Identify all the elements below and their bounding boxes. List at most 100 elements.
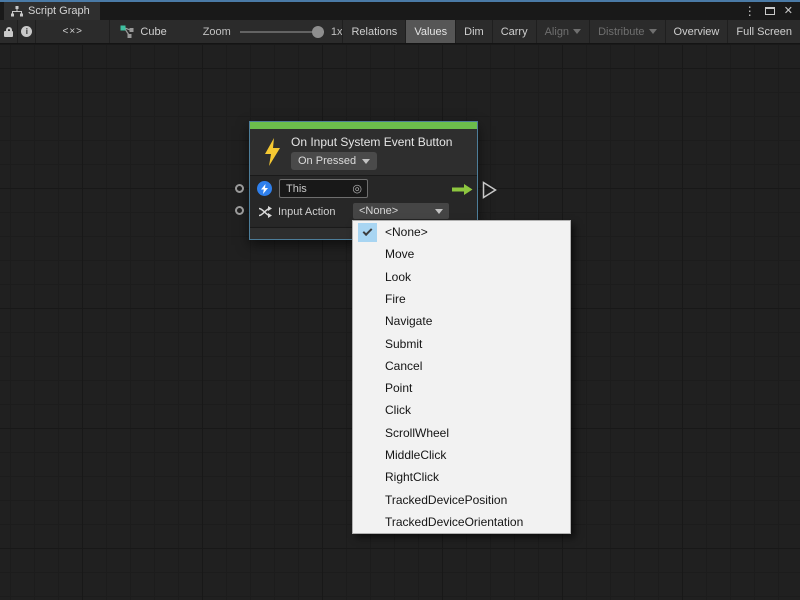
lock-button[interactable] [0, 20, 18, 43]
check-placeholder [358, 401, 377, 420]
menu-item-move[interactable]: Move [353, 243, 570, 265]
check-placeholder [358, 379, 377, 398]
graph-name-label: Cube [140, 26, 166, 38]
menu-item-label: Point [385, 381, 412, 395]
button-label: Distribute [598, 26, 644, 38]
check-placeholder [358, 289, 377, 308]
code-view-button[interactable]: <×> [36, 20, 110, 43]
zoom-slider[interactable] [240, 26, 324, 38]
zoom-label: Zoom [203, 26, 231, 38]
inspect-button[interactable]: i [18, 20, 36, 43]
maximize-icon[interactable] [765, 7, 775, 15]
toolbar-button-distribute[interactable]: Distribute [589, 20, 664, 43]
check-placeholder [358, 334, 377, 353]
menu-item-label: Submit [385, 337, 422, 351]
zoom-value-label: 1x [331, 26, 343, 38]
menu-item-trackeddeviceorientation[interactable]: TrackedDeviceOrientation [353, 511, 570, 533]
trigger-input-port[interactable] [235, 184, 244, 193]
check-placeholder [358, 312, 377, 331]
caret-down-icon [573, 29, 581, 34]
menu-item-label: Look [385, 270, 411, 284]
value-input-port[interactable] [235, 206, 244, 215]
lock-icon [4, 27, 13, 37]
this-input-field[interactable]: This ◎ [279, 179, 368, 198]
check-placeholder [358, 245, 377, 264]
menu-item-fire[interactable]: Fire [353, 288, 570, 310]
window-controls: ⋮ ✕ [744, 2, 800, 20]
menu-item-none[interactable]: <None> [353, 221, 570, 243]
input-action-icon [258, 205, 272, 219]
check-placeholder [358, 445, 377, 464]
graph-reference[interactable]: Cube [120, 25, 166, 38]
window-focus-line [0, 0, 800, 2]
button-label: Relations [351, 26, 397, 38]
caret-down-icon [362, 159, 370, 164]
close-icon[interactable]: ✕ [784, 6, 793, 17]
menu-item-rightclick[interactable]: RightClick [353, 466, 570, 488]
toolbar-button-align[interactable]: Align [536, 20, 589, 43]
flow-arrow-icon [452, 183, 473, 196]
menu-item-navigate[interactable]: Navigate [353, 310, 570, 332]
check-placeholder [358, 356, 377, 375]
trigger-output-port[interactable] [482, 181, 498, 199]
graph-canvas[interactable]: On Input System Event Button On Pressed … [0, 45, 800, 600]
graph-asset-icon [120, 25, 134, 38]
menu-item-cancel[interactable]: Cancel [353, 355, 570, 377]
caret-down-icon [435, 209, 443, 214]
graph-hierarchy-icon [11, 6, 23, 17]
info-icon: i [21, 26, 32, 37]
node-body: This ◎ Input Action <None> [250, 175, 477, 226]
menu-item-label: Click [385, 403, 411, 417]
toolbar-button-relations[interactable]: Relations [342, 20, 405, 43]
check-placeholder [358, 468, 377, 487]
node-title: On Input System Event Button [291, 135, 452, 149]
button-label: Full Screen [736, 26, 792, 38]
check-placeholder [358, 490, 377, 509]
menu-item-click[interactable]: Click [353, 399, 570, 421]
object-picker-icon[interactable]: ◎ [352, 182, 367, 195]
tab-bar: Script Graph ⋮ ✕ [0, 2, 800, 20]
menu-item-point[interactable]: Point [353, 377, 570, 399]
tab-label: Script Graph [28, 5, 90, 17]
menu-item-look[interactable]: Look [353, 266, 570, 288]
toolbar-button-dim[interactable]: Dim [455, 20, 492, 43]
lightning-icon [263, 138, 282, 166]
unity-visual-scripting-window: Script Graph ⋮ ✕ i <×> Cube [0, 0, 800, 600]
node-header: On Input System Event Button On Pressed [250, 129, 477, 175]
menu-item-trackeddeviceposition[interactable]: TrackedDevicePosition [353, 488, 570, 510]
trigger-label: On Pressed [298, 155, 356, 167]
overflow-menu-icon[interactable]: ⋮ [744, 5, 756, 17]
button-label: Align [545, 26, 569, 38]
menu-item-label: Cancel [385, 359, 422, 373]
tab-script-graph[interactable]: Script Graph [4, 2, 100, 20]
toolbar-button-carry[interactable]: Carry [492, 20, 536, 43]
node-accent-bar [250, 122, 477, 129]
menu-item-label: TrackedDeviceOrientation [385, 515, 523, 529]
graph-toolbar: i <×> Cube Zoom 1x Relations [0, 20, 800, 44]
button-label: Overview [674, 26, 720, 38]
trigger-dropdown[interactable]: On Pressed [291, 152, 377, 170]
menu-item-middleclick[interactable]: MiddleClick [353, 444, 570, 466]
code-icon: <×> [63, 26, 84, 37]
button-label: Dim [464, 26, 484, 38]
input-action-value: <None> [353, 205, 435, 217]
input-action-dropdown[interactable]: <None> [353, 203, 449, 219]
zoom-slider-thumb[interactable] [312, 26, 324, 38]
menu-item-label: <None> [385, 225, 428, 239]
menu-item-label: MiddleClick [385, 448, 446, 462]
toolbar-button-overview[interactable]: Overview [665, 20, 728, 43]
menu-item-label: TrackedDevicePosition [385, 493, 507, 507]
menu-item-scrollwheel[interactable]: ScrollWheel [353, 422, 570, 444]
menu-item-label: Move [385, 247, 414, 261]
toolbar-button-fullscreen[interactable]: Full Screen [727, 20, 800, 43]
input-action-label: Input Action [278, 206, 336, 218]
gameobject-port-icon [257, 181, 272, 196]
toolbar-button-values[interactable]: Values [405, 20, 455, 43]
menu-item-label: Navigate [385, 314, 432, 328]
check-placeholder [358, 423, 377, 442]
menu-item-label: RightClick [385, 470, 439, 484]
input-action-menu: <None> Move Look Fire Navigate Submit [352, 220, 571, 534]
button-label: Carry [501, 26, 528, 38]
menu-item-submit[interactable]: Submit [353, 332, 570, 354]
button-label: Values [414, 26, 447, 38]
